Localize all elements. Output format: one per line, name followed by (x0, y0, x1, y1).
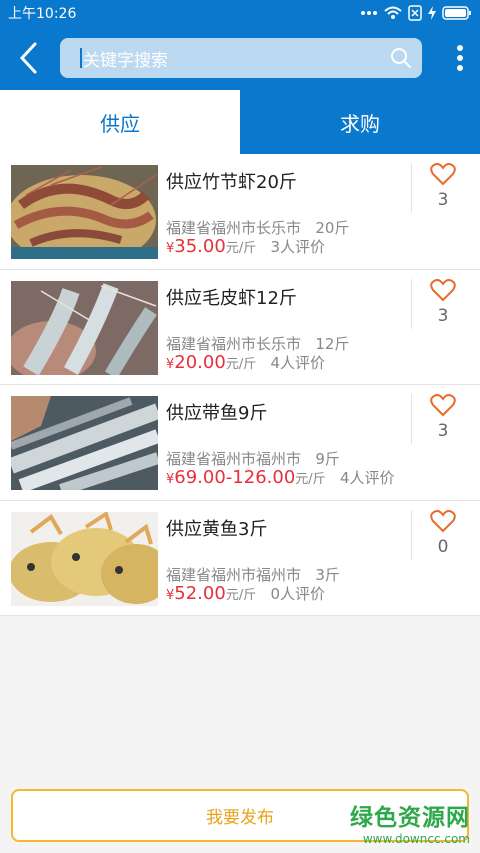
location-text: 福建省福州市福州市 (166, 450, 302, 468)
charging-icon (428, 6, 436, 20)
favorite-count: 3 (437, 305, 449, 326)
product-image (11, 511, 158, 606)
quantity-text: 12斤 (315, 334, 350, 353)
vertical-dots-icon (457, 45, 463, 71)
location-text: 福建省福州市长乐市 (166, 219, 302, 237)
price-unit: 元/斤 (225, 241, 257, 256)
status-icons (360, 5, 472, 21)
favorite-button[interactable]: 3 (412, 393, 474, 441)
price-value: 69.00-126.00 (174, 467, 296, 488)
product-location: 福建省福州市长乐市 20斤 (166, 217, 349, 238)
price-value: 52.00 (174, 582, 226, 604)
app-bar: 关键字搜索 (0, 26, 480, 90)
product-image (11, 396, 158, 490)
list-item[interactable]: 供应带鱼9斤 福建省福州市福州市 9斤 ¥69.00-126.00元/斤 4人评… (0, 385, 480, 501)
review-count: 4人评价 (340, 469, 395, 487)
watermark-title: 绿色资源网 (350, 805, 470, 831)
favorite-count: 3 (437, 190, 449, 210)
product-image (11, 280, 158, 375)
favorite-button[interactable]: 0 (412, 509, 474, 557)
product-location: 福建省福州市长乐市 12斤 (166, 333, 349, 354)
product-title: 供应竹节虾20斤 (166, 172, 297, 193)
price-unit: 元/斤 (295, 472, 326, 487)
product-price: ¥69.00-126.00元/斤 4人评价 (166, 467, 395, 488)
review-count: 4人评价 (270, 353, 326, 372)
favorite-count: 3 (437, 421, 449, 441)
price-unit: 元/斤 (225, 587, 257, 603)
product-list: 供应竹节虾20斤 福建省福州市长乐市 20斤 ¥35.00元/斤 3人评价 3 (0, 154, 480, 616)
chevron-left-icon (19, 42, 37, 74)
tab-bar: 供应 求购 (0, 90, 480, 154)
product-location: 福建省福州市福州市 3斤 (166, 564, 340, 585)
product-title: 供应黄鱼3斤 (166, 518, 268, 540)
price-unit: 元/斤 (225, 356, 257, 372)
favorite-count: 0 (437, 536, 449, 557)
product-image (11, 165, 158, 259)
search-icon[interactable] (390, 47, 412, 69)
price-value: 20.00 (174, 351, 226, 373)
quantity-text: 9斤 (315, 450, 340, 468)
list-item[interactable]: 供应黄鱼3斤 福建省福州市福州市 3斤 ¥52.00元/斤 0人评价 0 (0, 501, 480, 616)
watermark-url: www.downcc.com (362, 832, 470, 846)
more-menu-button[interactable] (450, 43, 470, 73)
product-price: ¥52.00元/斤 0人评价 (166, 583, 325, 604)
search-input[interactable]: 关键字搜索 (60, 38, 422, 78)
price-value: 35.00 (174, 236, 226, 257)
watermark: 绿色资源网 www.downcc.com (350, 798, 470, 846)
text-cursor (80, 48, 82, 68)
product-title: 供应毛皮虾12斤 (166, 287, 297, 309)
location-text: 福建省福州市福州市 (166, 565, 302, 584)
back-button[interactable] (12, 40, 48, 76)
wifi-icon (384, 6, 402, 19)
heart-icon (430, 509, 456, 532)
status-bar: 上午10:26 (0, 0, 480, 26)
favorite-button[interactable]: 3 (412, 278, 474, 326)
battery-icon (442, 6, 471, 20)
no-sim-icon (408, 5, 422, 21)
quantity-text: 3斤 (315, 565, 340, 584)
review-count: 0人评价 (270, 584, 326, 603)
review-count: 3人评价 (270, 238, 326, 256)
product-title: 供应带鱼9斤 (166, 403, 268, 424)
product-price: ¥35.00元/斤 3人评价 (166, 236, 325, 257)
quantity-text: 20斤 (315, 219, 350, 237)
product-price: ¥20.00元/斤 4人评价 (166, 352, 325, 373)
location-text: 福建省福州市长乐市 (166, 334, 302, 353)
tab-purchase[interactable]: 求购 (240, 90, 480, 154)
heart-icon (430, 394, 456, 417)
heart-icon (430, 163, 456, 186)
list-item[interactable]: 供应竹节虾20斤 福建省福州市长乐市 20斤 ¥35.00元/斤 3人评价 3 (0, 154, 480, 270)
more-dots-icon (361, 11, 377, 15)
status-time: 上午10:26 (8, 6, 77, 22)
search-placeholder: 关键字搜索 (83, 50, 168, 71)
favorite-button[interactable]: 3 (412, 162, 474, 210)
tab-supply[interactable]: 供应 (0, 90, 240, 154)
heart-icon (430, 278, 456, 301)
product-location: 福建省福州市福州市 9斤 (166, 448, 340, 469)
list-item[interactable]: 供应毛皮虾12斤 福建省福州市长乐市 12斤 ¥20.00元/斤 4人评价 3 (0, 270, 480, 385)
